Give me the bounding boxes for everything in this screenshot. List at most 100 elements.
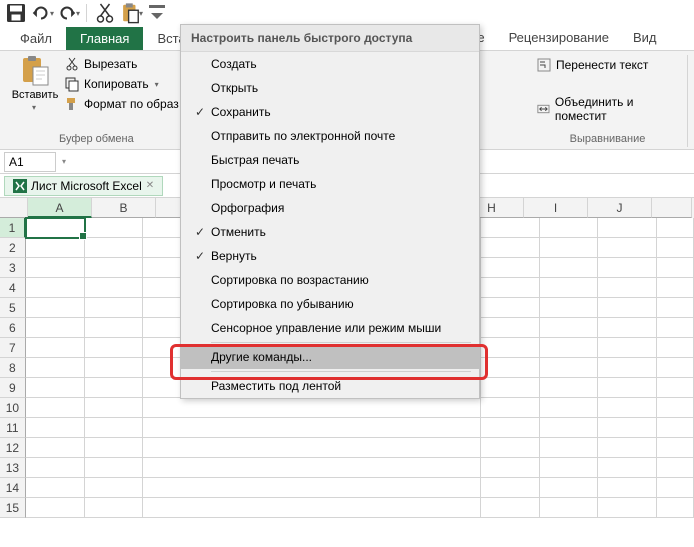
row-header[interactable]: 1 [0, 218, 26, 238]
column-header[interactable]: J [588, 198, 652, 218]
cell[interactable] [540, 498, 599, 518]
cell[interactable] [540, 218, 599, 238]
format-painter-button[interactable]: Формат по образ [64, 95, 179, 113]
cell[interactable] [85, 458, 144, 478]
name-box[interactable]: A1 [4, 152, 56, 172]
cell[interactable] [481, 238, 540, 258]
cell[interactable] [540, 478, 599, 498]
cell[interactable] [143, 438, 422, 458]
cell[interactable] [540, 338, 599, 358]
qat-customize-icon[interactable] [145, 2, 169, 24]
cell[interactable] [422, 458, 481, 478]
cell[interactable] [26, 258, 85, 278]
cell[interactable] [26, 478, 85, 498]
cell[interactable] [481, 378, 540, 398]
cell[interactable] [598, 318, 657, 338]
cell[interactable] [26, 218, 85, 238]
cell[interactable] [85, 278, 144, 298]
cell[interactable] [657, 218, 694, 238]
cell[interactable] [657, 358, 694, 378]
save-icon[interactable] [4, 2, 28, 24]
column-header[interactable] [652, 198, 692, 218]
cell[interactable] [481, 338, 540, 358]
wrap-text-button[interactable]: Перенести текст [536, 55, 679, 75]
menu-item[interactable]: ✓Вернуть [181, 244, 479, 268]
cell[interactable] [422, 478, 481, 498]
name-box-dropdown-icon[interactable]: ▾ [62, 157, 66, 166]
cell[interactable] [143, 398, 422, 418]
cell[interactable] [657, 418, 694, 438]
cell[interactable] [657, 498, 694, 518]
cell[interactable] [540, 458, 599, 478]
cell[interactable] [481, 258, 540, 278]
cell[interactable] [26, 458, 85, 478]
cell[interactable] [481, 278, 540, 298]
cell[interactable] [598, 378, 657, 398]
menu-item[interactable]: Просмотр и печать [181, 172, 479, 196]
cell[interactable] [657, 378, 694, 398]
cell[interactable] [422, 398, 481, 418]
cell[interactable] [26, 378, 85, 398]
tab-view[interactable]: Вид [621, 26, 669, 49]
sheet-tab[interactable]: Лист Microsoft Excel ✕ [4, 176, 163, 196]
cell[interactable] [598, 498, 657, 518]
menu-item[interactable]: Создать [181, 52, 479, 76]
cell[interactable] [85, 498, 144, 518]
cell[interactable] [85, 358, 144, 378]
cut-button[interactable]: Вырезать [64, 55, 179, 73]
cell[interactable] [85, 298, 144, 318]
cell[interactable] [85, 438, 144, 458]
cell[interactable] [481, 418, 540, 438]
cell[interactable] [481, 398, 540, 418]
cell[interactable] [143, 418, 422, 438]
tab-file[interactable]: Файл [6, 27, 66, 50]
cell[interactable] [598, 278, 657, 298]
cell[interactable] [26, 438, 85, 458]
cell[interactable] [481, 218, 540, 238]
cell[interactable] [85, 478, 144, 498]
select-all-corner[interactable] [0, 198, 28, 218]
column-header[interactable]: I [524, 198, 588, 218]
copy-button[interactable]: Копировать▾ [64, 75, 179, 93]
column-header[interactable]: B [92, 198, 156, 218]
cell[interactable] [598, 478, 657, 498]
cell[interactable] [143, 478, 422, 498]
cell[interactable] [85, 238, 144, 258]
paste-button[interactable]: Вставить ▾ [14, 55, 56, 113]
menu-item[interactable]: Открыть [181, 76, 479, 100]
row-header[interactable]: 9 [0, 378, 26, 398]
menu-item[interactable]: Другие команды... [181, 345, 479, 369]
cell[interactable] [26, 238, 85, 258]
cell[interactable] [85, 418, 144, 438]
cell[interactable] [598, 358, 657, 378]
cell[interactable] [481, 298, 540, 318]
cell[interactable] [598, 438, 657, 458]
cell[interactable] [85, 378, 144, 398]
redo-icon[interactable]: ▾ [56, 2, 80, 24]
cell[interactable] [657, 338, 694, 358]
menu-item[interactable]: Разместить под лентой [181, 374, 479, 398]
cell[interactable] [657, 238, 694, 258]
cell[interactable] [26, 398, 85, 418]
cell[interactable] [657, 298, 694, 318]
menu-item[interactable]: Отправить по электронной почте [181, 124, 479, 148]
cell[interactable] [422, 418, 481, 438]
cell[interactable] [26, 298, 85, 318]
cell[interactable] [657, 278, 694, 298]
row-header[interactable]: 4 [0, 278, 26, 298]
cell[interactable] [481, 458, 540, 478]
cell[interactable] [657, 438, 694, 458]
cell[interactable] [598, 238, 657, 258]
row-header[interactable]: 2 [0, 238, 26, 258]
row-header[interactable]: 6 [0, 318, 26, 338]
cell[interactable] [85, 398, 144, 418]
cell[interactable] [598, 218, 657, 238]
cell[interactable] [422, 438, 481, 458]
row-header[interactable]: 10 [0, 398, 26, 418]
cell[interactable] [657, 458, 694, 478]
menu-item[interactable]: Сенсорное управление или режим мыши [181, 316, 479, 340]
row-header[interactable]: 3 [0, 258, 26, 278]
cell[interactable] [143, 498, 422, 518]
cell[interactable] [657, 398, 694, 418]
cell[interactable] [26, 498, 85, 518]
